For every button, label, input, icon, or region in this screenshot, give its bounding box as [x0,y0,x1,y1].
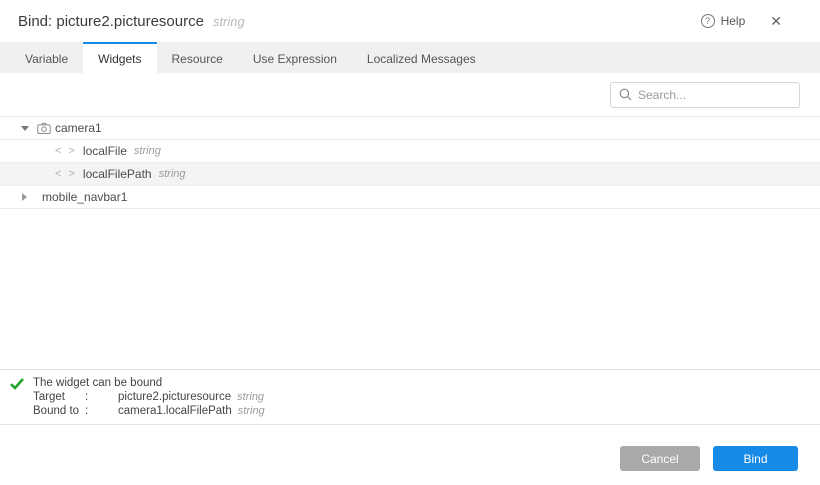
check-icon [10,378,24,390]
bind-dialog: Bind: picture2.picturesource string ? He… [0,0,820,485]
help-button[interactable]: ? Help [701,14,746,28]
widget-tree: camera1 < > localFile string < > localFi… [0,117,820,209]
tree-node-type: string [134,145,161,157]
status-boundto-row: Bound to : camera1.localFilePath string [33,404,265,418]
chevron-down-icon[interactable] [20,126,29,131]
cancel-button[interactable]: Cancel [620,446,700,471]
tree-node-label: camera1 [55,121,102,135]
tree-row-camera1[interactable]: camera1 [0,117,820,140]
titlebar: Bind: picture2.picturesource string ? He… [0,0,820,42]
empty-area [0,209,820,369]
status-value-type: string [237,391,264,403]
chevron-right-icon[interactable] [20,193,29,201]
tree-node-label: localFile [83,144,127,158]
camera-icon [37,122,51,135]
footer: Cancel Bind [0,425,820,485]
tab-variable[interactable]: Variable [10,42,83,73]
tab-widgets[interactable]: Widgets [83,42,156,73]
status-separator: : [85,404,118,418]
tab-use-expression[interactable]: Use Expression [238,42,352,73]
status-label: Bound to [33,404,85,418]
search-icon [619,88,632,101]
status-label: Target [33,390,85,404]
status-target-row: Target : picture2.picturesource string [33,390,265,404]
code-icon: < > [55,145,77,157]
dialog-title: Bind: picture2.picturesource [18,13,204,30]
tab-localized-messages[interactable]: Localized Messages [352,42,491,73]
status-message: The widget can be bound [33,376,265,390]
tree-node-type: string [159,168,186,180]
status-separator: : [85,390,118,404]
tree-row-localfilepath[interactable]: < > localFilePath string [0,163,820,186]
status-value: camera1.localFilePath [118,405,232,417]
bind-button[interactable]: Bind [713,446,798,471]
help-label: Help [721,14,746,28]
search-input[interactable] [638,88,791,102]
status-value-type: string [238,405,265,417]
close-icon[interactable]: ✕ [770,14,782,28]
status-panel: The widget can be bound Target : picture… [0,369,820,425]
tab-resource[interactable]: Resource [157,42,238,73]
tree-row-localfile[interactable]: < > localFile string [0,140,820,163]
status-value: picture2.picturesource [118,391,231,403]
search-row [0,73,820,117]
dialog-title-type: string [213,14,245,29]
tab-bar: Variable Widgets Resource Use Expression… [0,42,820,73]
tree-node-label: mobile_navbar1 [42,190,127,204]
code-icon: < > [55,168,77,180]
help-icon: ? [701,14,715,28]
search-box[interactable] [610,82,800,108]
tree-node-label: localFilePath [83,167,152,181]
tree-row-mobile-navbar1[interactable]: mobile_navbar1 [0,186,820,209]
